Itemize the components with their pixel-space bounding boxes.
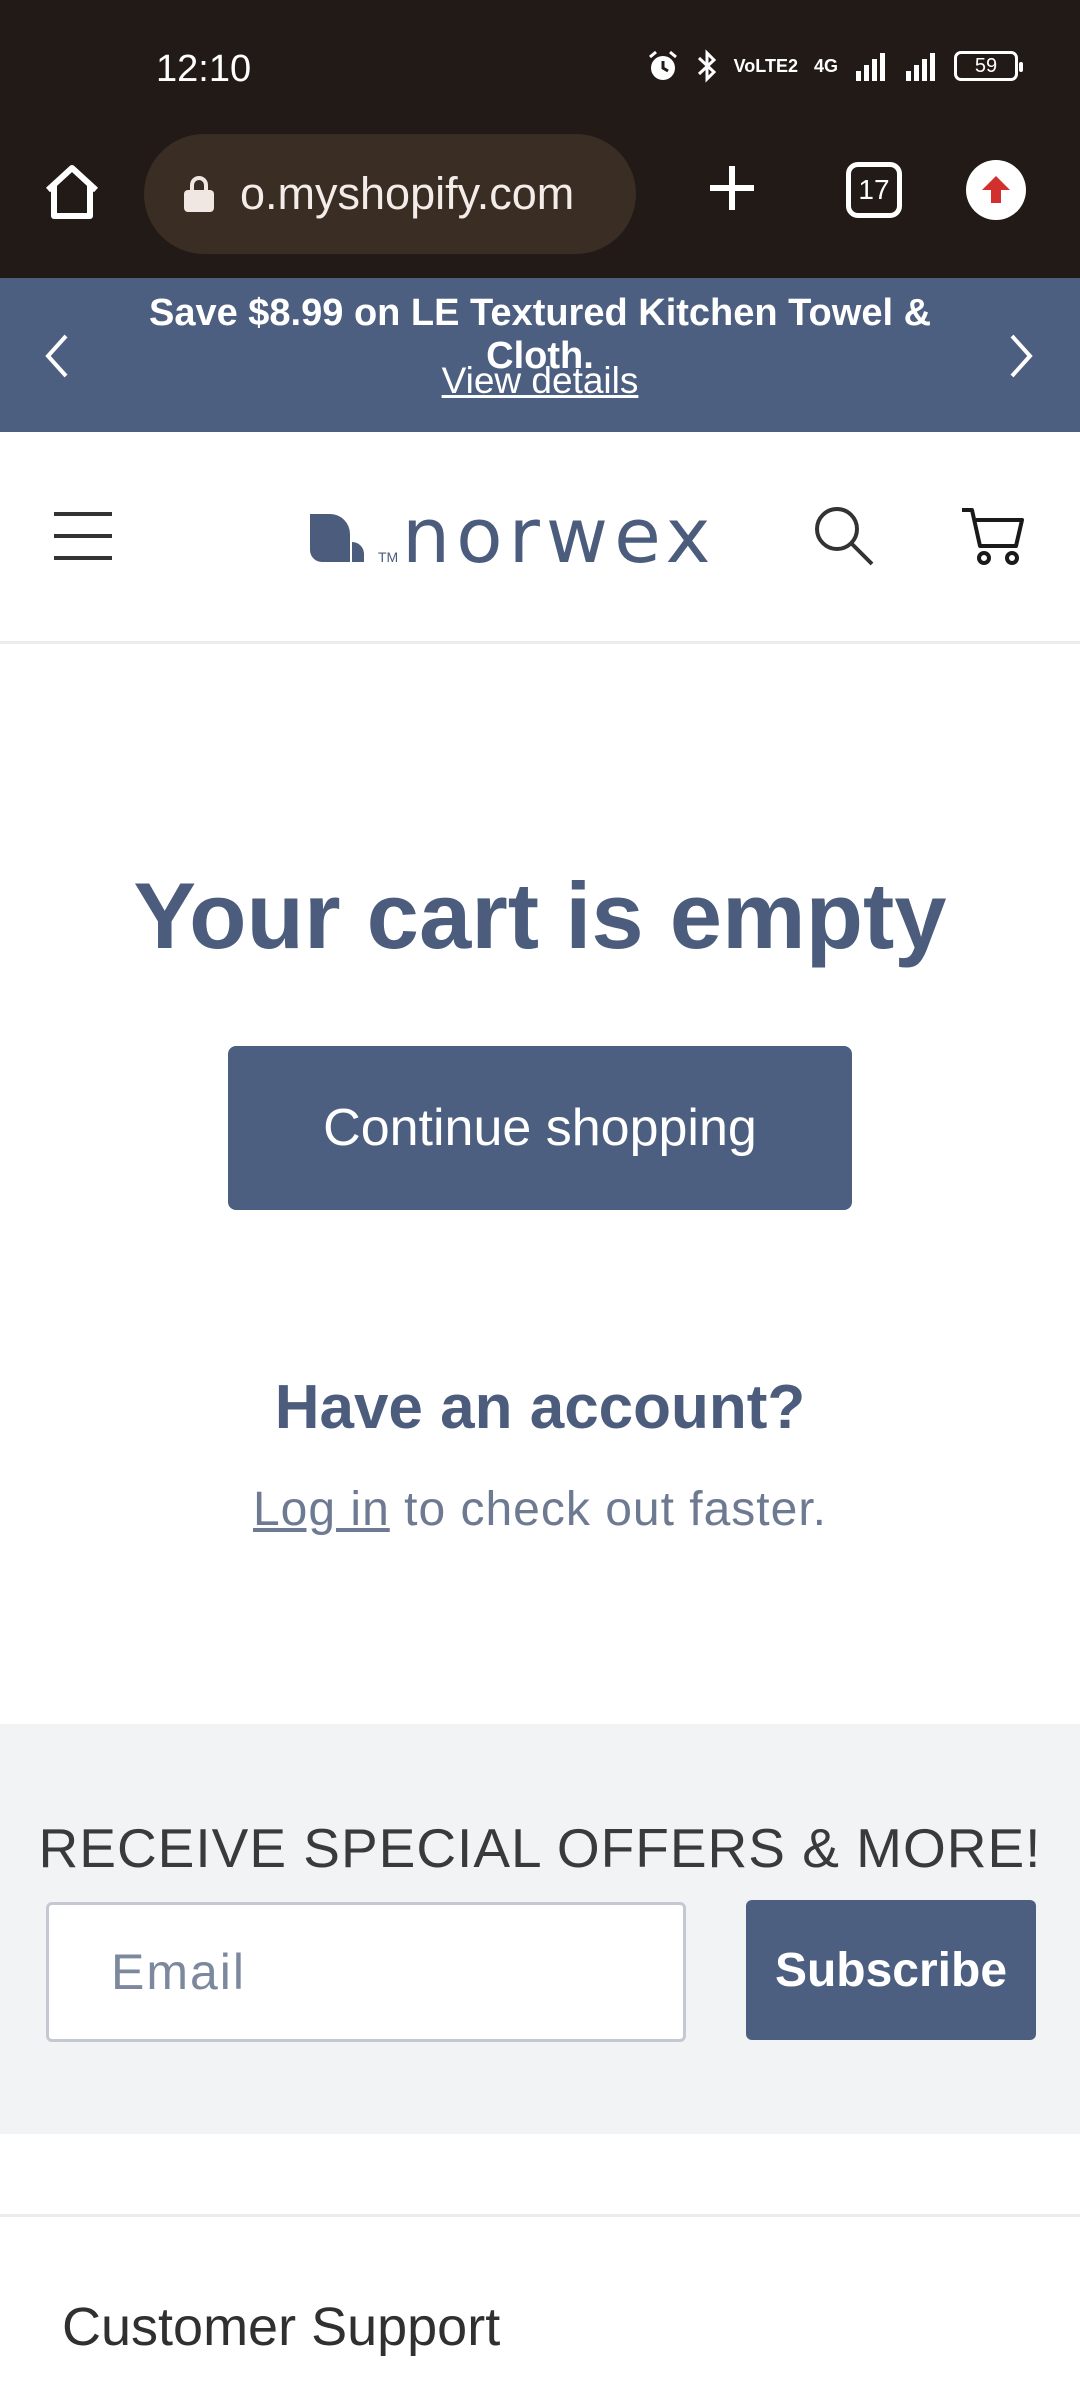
hamburger-menu-icon[interactable] [52,508,114,564]
continue-shopping-button[interactable]: Continue shopping [228,1046,852,1210]
url-text[interactable]: o.myshopify.com [240,168,610,220]
view-details-link[interactable]: View details [0,360,1080,402]
arrow-up-icon [982,176,1010,203]
norwex-logo-mark: TM norwex [310,491,716,580]
cart-icon[interactable] [958,500,1028,570]
login-link[interactable]: Log in [253,1483,390,1536]
newsletter-section: RECEIVE SPECIAL OFFERS & MORE! Subscribe [0,1724,1080,2134]
lock-icon [184,176,214,212]
tab-count: 17 [858,174,890,205]
promo-banner: Save $8.99 on LE Textured Kitchen Towel … [0,278,1080,432]
new-tab-icon[interactable] [700,156,764,220]
update-button[interactable] [966,160,1026,220]
search-icon[interactable] [810,502,876,568]
logo-text: norwex [402,498,716,578]
subscribe-button[interactable]: Subscribe [746,1900,1036,2040]
bluetooth-icon [697,49,716,83]
login-suffix: to check out faster. [389,1483,827,1536]
norwex-logo[interactable]: TM norwex [306,491,756,580]
status-time: 12:10 [156,48,252,90]
footer-divider [0,2214,1080,2217]
chevron-right-icon[interactable] [1000,326,1044,386]
newsletter-title: RECEIVE SPECIAL OFFERS & MORE! [38,1817,1042,1879]
alarm-icon [648,50,677,80]
battery-level: 59 [974,54,998,77]
address-bar[interactable]: o.myshopify.com [144,134,636,254]
battery-icon: 59 [954,51,1023,81]
svg-text:TM: TM [378,549,398,565]
site-header: TM norwex [0,432,1080,644]
cart-empty-title: Your cart is empty [133,863,947,968]
status-icons: VoLTE2 4G 59 [646,48,1023,84]
signal-icon-2 [906,53,935,81]
account-title: Have an account? [274,1373,806,1442]
browser-toolbar: o.myshopify.com 17 [0,130,1080,278]
customer-support-heading[interactable]: Customer Support [62,2296,500,2358]
login-line: Log in to check out faster. [0,1482,1080,1537]
home-icon[interactable] [40,160,104,224]
tab-switcher-button[interactable]: 17 [846,162,902,218]
volte-label: VoLTE2 [733,56,798,76]
status-bar: 12:10 VoLTE2 4G 59 [0,0,1080,130]
signal-icon [856,53,885,81]
network-type: 4G [813,56,838,76]
email-field[interactable] [46,1902,686,2042]
